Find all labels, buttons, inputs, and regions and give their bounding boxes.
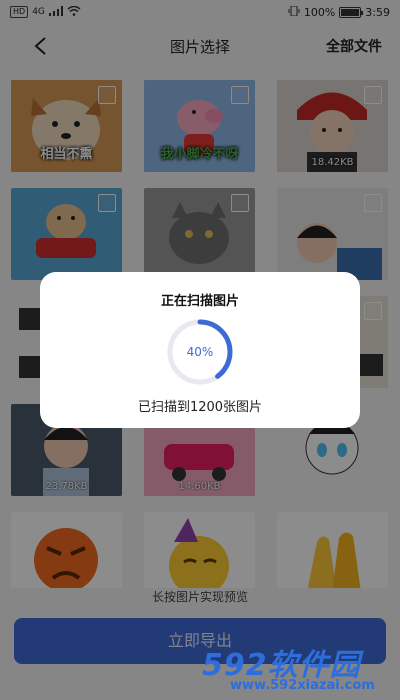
site-watermark: 592软件园 www.592xiazai.com [190,640,400,700]
progress-percent: 40% [186,345,214,359]
scan-status-message: 已扫描到1200张图片 [137,400,263,415]
dialog-title: 正在扫描图片 [160,294,239,309]
scan-dialog: 正在扫描图片 40% 已扫描到1200张图片 [40,272,360,428]
watermark-url: www.592xiazai.com [230,678,375,693]
